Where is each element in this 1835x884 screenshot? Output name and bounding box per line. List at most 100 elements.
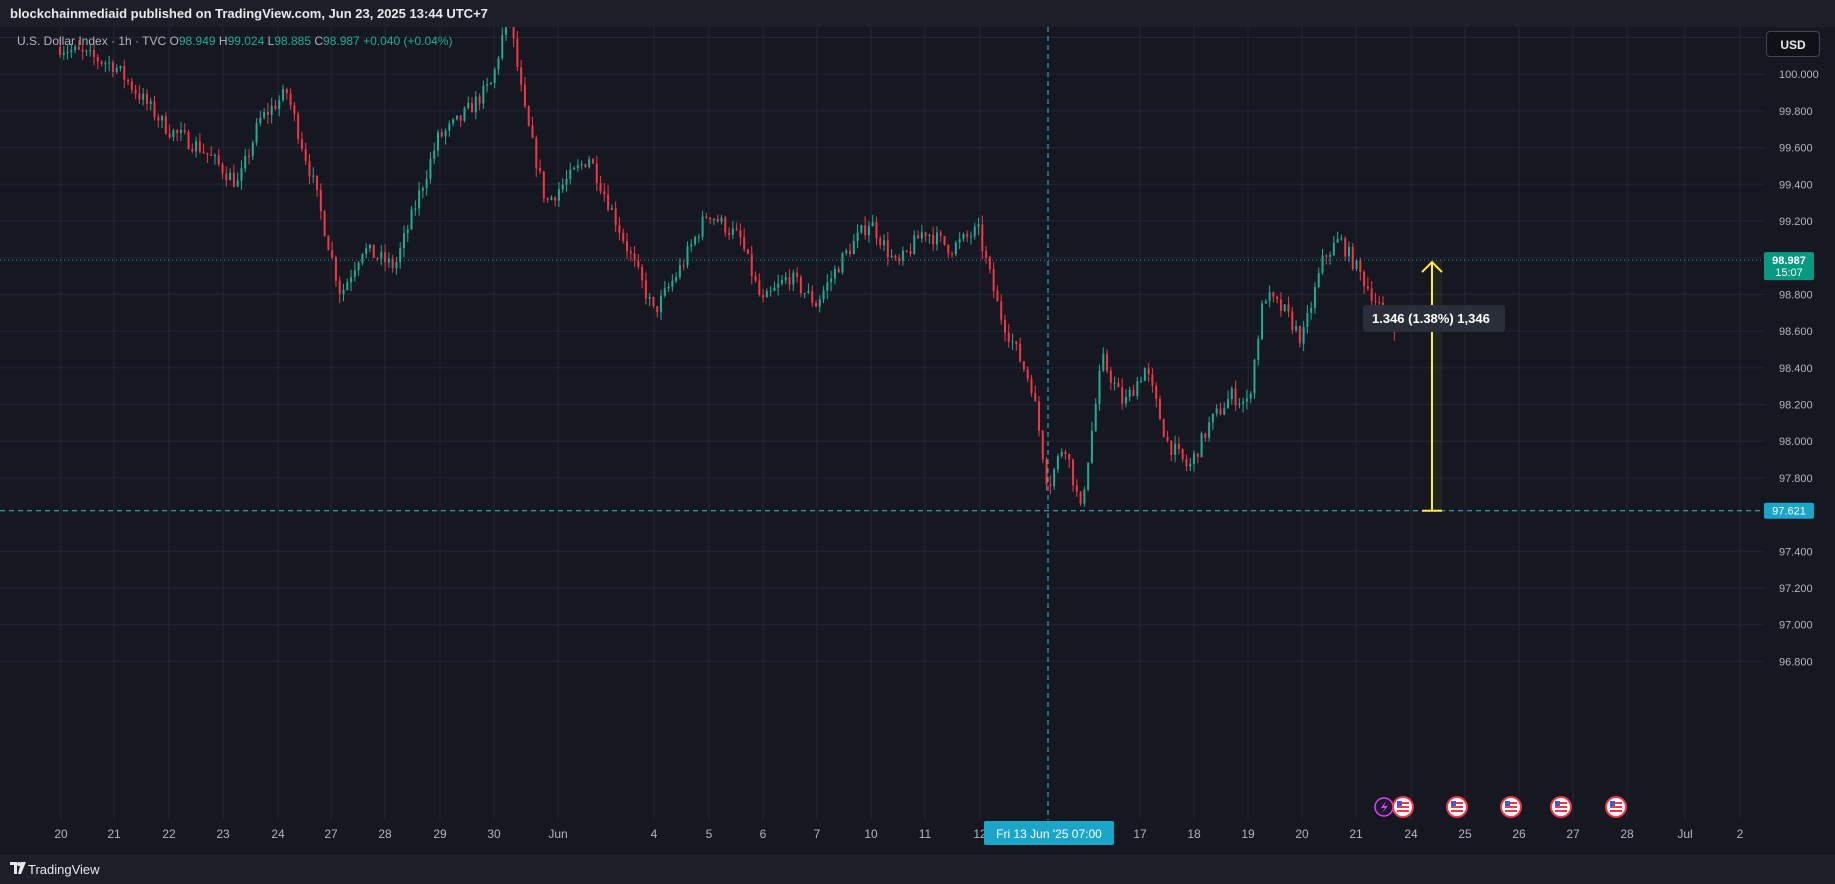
- candle-down: [629, 246, 632, 262]
- time-tick-label: Jun: [548, 827, 567, 841]
- candle-body: [282, 89, 285, 101]
- candle-body: [743, 237, 746, 250]
- candle-up: [777, 274, 780, 296]
- price-chart[interactable]: 1.346 (1.38%) 1,346 100.200100.00099.800…: [0, 27, 1835, 855]
- candle-body: [969, 236, 972, 238]
- candle-down: [728, 227, 731, 240]
- candle-down: [607, 185, 610, 212]
- candle-down: [746, 248, 749, 255]
- candle-down: [1291, 306, 1294, 335]
- candle-body: [402, 233, 405, 249]
- candle-body: [1185, 459, 1188, 467]
- flag-canton: [1505, 801, 1510, 806]
- candle-body: [535, 137, 538, 169]
- footer-brand[interactable]: TradingView: [28, 862, 100, 877]
- flag-stripe: [1555, 806, 1567, 808]
- candle-body: [1287, 304, 1290, 312]
- candle-down: [626, 232, 628, 260]
- candle-body: [232, 172, 235, 187]
- candle-up: [1230, 386, 1233, 405]
- candle-body: [951, 253, 954, 255]
- candle-down: [788, 269, 791, 291]
- candle-down: [1079, 491, 1082, 506]
- candle-body: [1257, 339, 1260, 360]
- candle-body: [448, 123, 451, 131]
- price-axis[interactable]: 100.200100.00099.80099.60099.40099.20099…: [1764, 27, 1835, 828]
- candle-body: [1325, 255, 1328, 257]
- candle-down: [1030, 374, 1033, 397]
- candle-up: [1200, 431, 1203, 458]
- price-tick-label: 99.800: [1779, 106, 1813, 118]
- candle-down: [622, 228, 625, 244]
- candle-body: [440, 132, 443, 137]
- candle-down: [966, 230, 969, 243]
- candle-down: [300, 132, 303, 152]
- footer-bar: TradingView: [0, 855, 1835, 884]
- candle-up: [856, 224, 859, 249]
- candle-body: [263, 111, 266, 118]
- candle-body: [1170, 440, 1173, 455]
- candle-up: [437, 129, 439, 157]
- candle-up: [399, 242, 402, 269]
- time-tick-label: 25: [1458, 827, 1472, 841]
- candle-up: [1208, 416, 1211, 442]
- flag-stripe: [1451, 806, 1463, 808]
- candle-body: [1132, 389, 1135, 397]
- candle-body: [837, 269, 840, 273]
- candle-body: [1030, 378, 1033, 393]
- candle-body: [1038, 401, 1041, 431]
- candle-body: [467, 102, 470, 108]
- candle-body: [452, 119, 455, 124]
- candle-up: [467, 96, 470, 110]
- candle-body: [323, 211, 326, 236]
- candle-body: [421, 188, 424, 191]
- time-tick-label: 20: [54, 827, 68, 841]
- currency-button[interactable]: USD: [1766, 31, 1820, 57]
- candle-body: [935, 232, 938, 245]
- candle-down: [546, 197, 549, 203]
- candle-body: [1204, 433, 1207, 438]
- candle-up: [455, 115, 458, 121]
- candle-up: [913, 230, 916, 255]
- candle-down: [191, 143, 194, 154]
- candle-body: [879, 238, 882, 246]
- candle-up: [1056, 453, 1059, 474]
- tradingview-logo-icon[interactable]: [10, 861, 26, 875]
- candle-up: [236, 172, 239, 187]
- candle-body: [357, 262, 360, 271]
- candle-up: [973, 222, 976, 240]
- candle-body: [1208, 422, 1211, 438]
- candle-body: [686, 246, 689, 266]
- time-tick-label: 10: [864, 827, 878, 841]
- candle-down: [637, 253, 640, 270]
- candle-down: [599, 175, 602, 195]
- flag-stripe: [1555, 810, 1567, 812]
- candle-down: [1344, 236, 1347, 261]
- candle-up: [402, 225, 405, 258]
- candle-down: [1068, 453, 1071, 469]
- candle-body: [667, 286, 670, 289]
- time-axis[interactable]: 20 21 22 23 24 27 28 29 30 Jun 4 5 6 7 10 11 12 17 18 19 20 2…: [54, 821, 1744, 845]
- event-markers[interactable]: [1374, 796, 1627, 818]
- candle-body: [648, 297, 651, 299]
- candle-body: [1378, 302, 1381, 304]
- candle-down: [1022, 360, 1025, 373]
- candle-body: [811, 291, 814, 303]
- candle-body: [406, 229, 409, 234]
- price-tick-label: 98.000: [1779, 436, 1813, 448]
- candle-body: [229, 172, 232, 181]
- candle-up: [1336, 231, 1339, 243]
- candle-down: [138, 85, 141, 104]
- candle-body: [338, 280, 341, 295]
- candle-body: [788, 277, 791, 285]
- candle-up: [474, 91, 477, 120]
- candle-down: [531, 116, 534, 139]
- candle-body: [1211, 413, 1214, 423]
- candle-body: [293, 105, 296, 114]
- us-flag-icon: [1550, 796, 1572, 818]
- time-tick-label: 20: [1295, 827, 1309, 841]
- time-tick-label: 24: [1404, 827, 1418, 841]
- candle-down: [879, 235, 882, 249]
- symbol-name[interactable]: U.S. Dollar Index · 1h · TVC: [17, 34, 166, 48]
- candle-body: [720, 217, 723, 222]
